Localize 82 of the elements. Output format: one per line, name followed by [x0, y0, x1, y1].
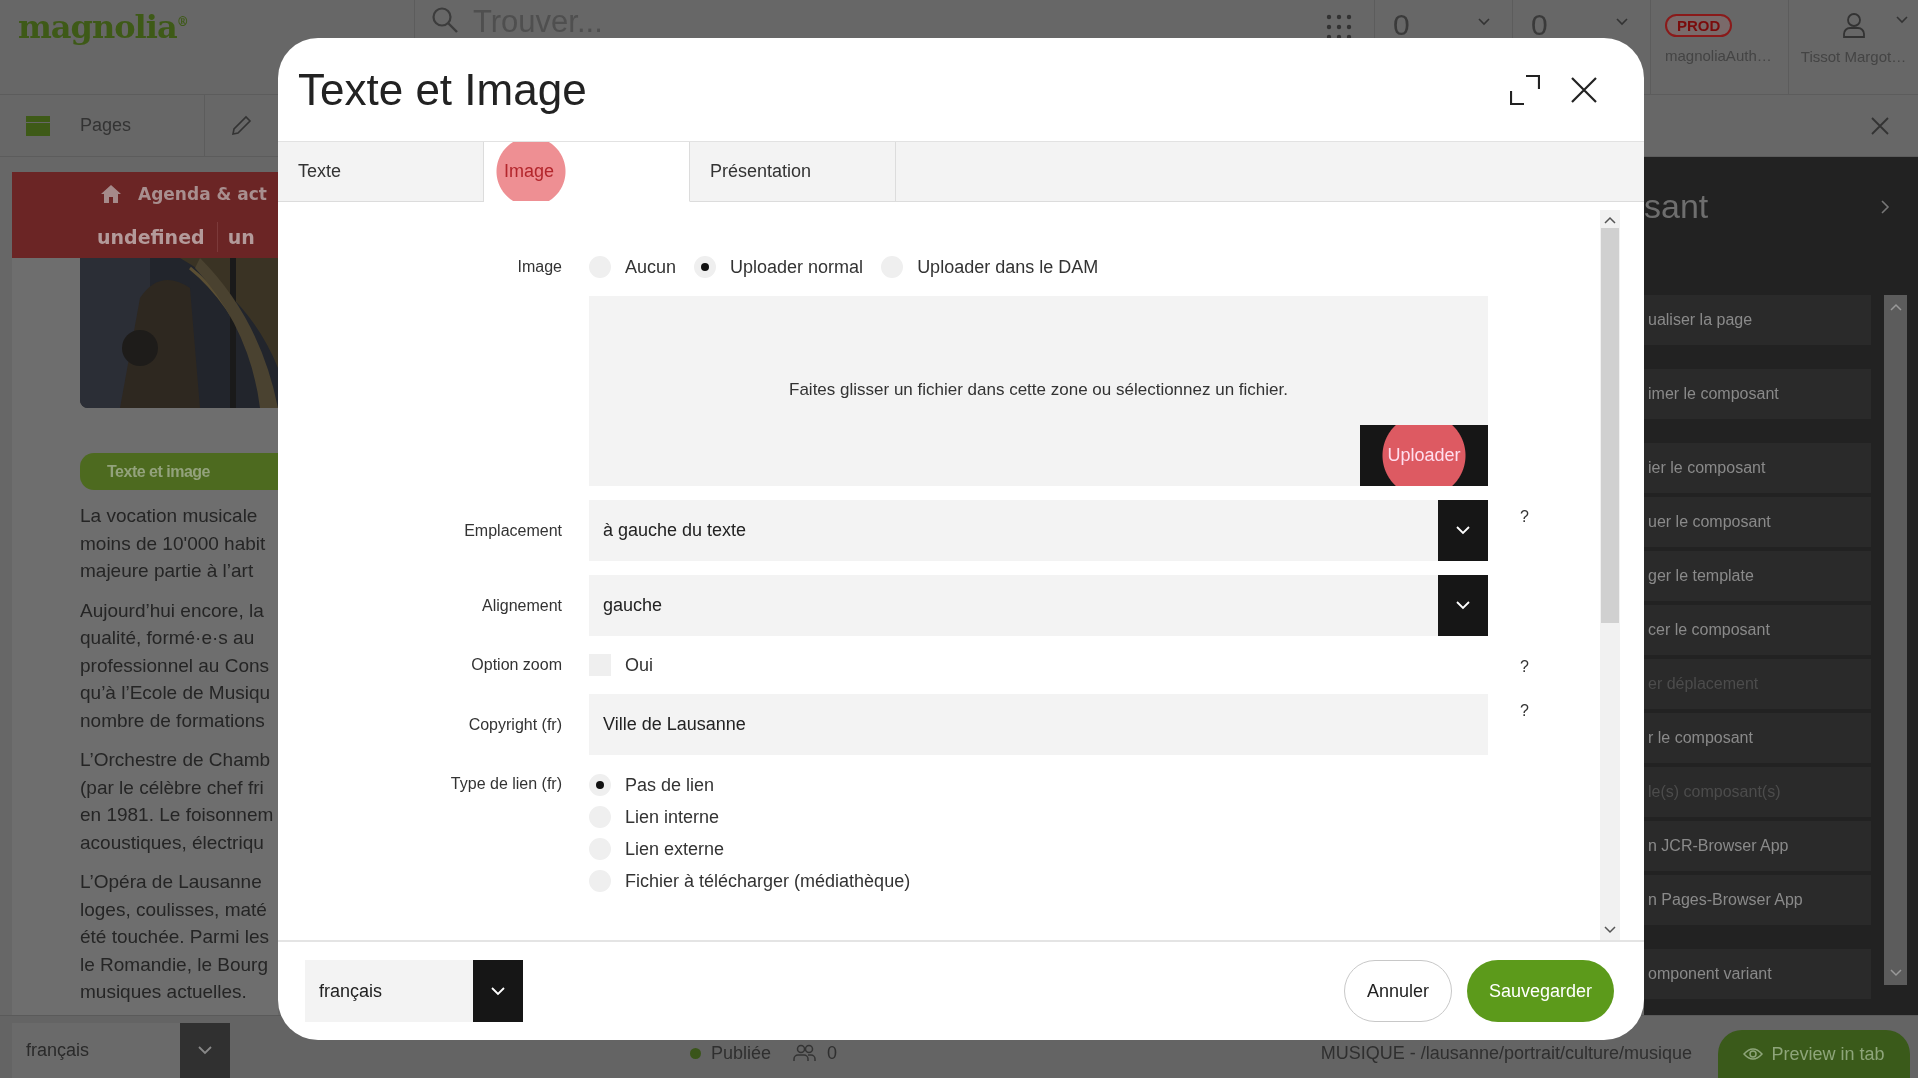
- close-icon[interactable]: [1570, 75, 1598, 104]
- input-field[interactable]: Ville de Lausanne: [589, 694, 1488, 755]
- caret-icon[interactable]: [1478, 18, 1490, 26]
- component-label: Texte et image: [80, 453, 278, 490]
- paragraph-line: loges, coulisses, maté: [80, 897, 268, 922]
- chevron-right-icon[interactable]: [1880, 199, 1890, 215]
- chevron-down-icon[interactable]: [1604, 926, 1616, 934]
- help-mark[interactable]: ?: [1520, 658, 1529, 675]
- caret-icon[interactable]: [1896, 16, 1908, 24]
- help-mark[interactable]: ?: [1520, 508, 1529, 525]
- field-label: Alignement: [481, 596, 562, 614]
- radio-button[interactable]: [589, 774, 611, 796]
- apps-grid-icon[interactable]: [1326, 14, 1352, 40]
- paragraph-line: (par le célèbre chef fri: [80, 775, 265, 800]
- environment-badge: PROD: [1665, 14, 1733, 37]
- paragraph-line: en 1981. Le foisonnem: [80, 803, 275, 827]
- paragraph-line: nombre de formations: [80, 708, 266, 733]
- radio-label[interactable]: Uploader dans le DAM: [917, 256, 1099, 278]
- language-select[interactable]: français: [12, 1023, 230, 1078]
- drop-zone[interactable]: Faites glisser un fichier dans cette zone ou sélectionnez un fichier. Uploader: [589, 296, 1488, 486]
- field-label: Copyright (fr): [468, 715, 562, 733]
- tab[interactable]: Texte: [278, 142, 484, 202]
- pencil-icon[interactable]: [230, 114, 252, 137]
- action-item[interactable]: r le composant: [1644, 713, 1871, 763]
- action-item[interactable]: ualiser la page: [1644, 295, 1871, 345]
- field-label: Image: [517, 258, 562, 275]
- nav-link[interactable]: undefined: [97, 225, 205, 248]
- field-label: Type de lien (fr): [450, 775, 562, 792]
- paragraph-line: Aujourd’hui encore, la: [80, 598, 265, 623]
- action-item[interactable]: cer le composant: [1644, 605, 1871, 655]
- paragraph-line: L’Opéra de Lausanne: [80, 870, 263, 894]
- upload-button[interactable]: Uploader: [1360, 425, 1488, 486]
- preview-button[interactable]: Preview in tab: [1718, 1030, 1910, 1078]
- paragraph-line: acoustiques, électriqu: [80, 830, 265, 855]
- paragraph-line: L’Orchestre de Chamb: [80, 748, 272, 772]
- panel-title: sant: [1644, 187, 1709, 226]
- save-button[interactable]: Sauvegarder: [1466, 960, 1614, 1022]
- status-dot: [690, 1047, 701, 1059]
- cancel-button[interactable]: Annuler: [1343, 960, 1452, 1022]
- home-icon[interactable]: [100, 183, 122, 204]
- radio-label[interactable]: Aucun: [625, 256, 677, 278]
- caret-icon[interactable]: [1616, 18, 1628, 26]
- paragraph-line: qualité, formé·e·s au: [80, 626, 256, 650]
- field-label: Emplacement: [464, 521, 562, 539]
- tab[interactable]: Présentation: [690, 142, 896, 202]
- chevron-up-icon[interactable]: [1604, 216, 1616, 224]
- field-label: Option zoom: [471, 656, 562, 673]
- user-icon[interactable]: [1841, 12, 1866, 38]
- action-item[interactable]: uer le composant: [1644, 497, 1871, 547]
- paragraph-line: été touchée. Parmi les: [80, 925, 271, 949]
- eye-icon: [1743, 1047, 1764, 1061]
- drop-hint: Faites glisser un fichier dans cette zone ou sélectionnez un fichier.: [789, 380, 1288, 400]
- radio-label[interactable]: Fichier à télécharger (médiathèque): [625, 870, 911, 892]
- radio-label[interactable]: Lien externe: [625, 838, 725, 860]
- radio-button[interactable]: [694, 256, 717, 278]
- action-item[interactable]: ier le composant: [1644, 443, 1871, 493]
- action-item[interactable]: n Pages-Browser App: [1644, 875, 1871, 925]
- paragraph-line: moins de 10'000 habit: [80, 531, 267, 556]
- action-item[interactable]: n JCR-Browser App: [1644, 821, 1871, 871]
- radio-label[interactable]: Pas de lien: [625, 774, 715, 796]
- paragraph-line: musiques actuelles.: [80, 980, 248, 1004]
- paragraph-line: qu’à l’Ecole de Musiqu: [80, 681, 272, 705]
- checkbox-label[interactable]: Oui: [625, 654, 653, 676]
- dialog-title: Texte et Image: [298, 64, 588, 115]
- paragraph-line: majeure partie à l’art: [80, 559, 255, 583]
- tab[interactable]: Image: [484, 142, 690, 202]
- scrollbar[interactable]: [1600, 210, 1620, 940]
- help-mark[interactable]: ?: [1520, 702, 1529, 719]
- folder-icon: [26, 115, 50, 136]
- paragraph-line: le Romandie, le Bourg: [80, 952, 269, 977]
- action-item[interactable]: ger le template: [1644, 551, 1871, 601]
- nav-link[interactable]: un: [227, 225, 255, 248]
- expand-icon[interactable]: [1510, 74, 1540, 105]
- paragraph-line: La vocation musicale: [80, 504, 259, 528]
- radio-label[interactable]: Lien interne: [625, 806, 720, 828]
- action-item[interactable]: omponent variant: [1644, 949, 1871, 999]
- users-icon: [793, 1044, 818, 1062]
- nav-link[interactable]: Agenda & act: [138, 183, 267, 204]
- paragraph-line: professionnel au Cons: [80, 653, 271, 678]
- radio-label[interactable]: Uploader normal: [730, 256, 864, 278]
- action-item[interactable]: imer le composant: [1644, 369, 1871, 419]
- search-icon[interactable]: [431, 6, 459, 34]
